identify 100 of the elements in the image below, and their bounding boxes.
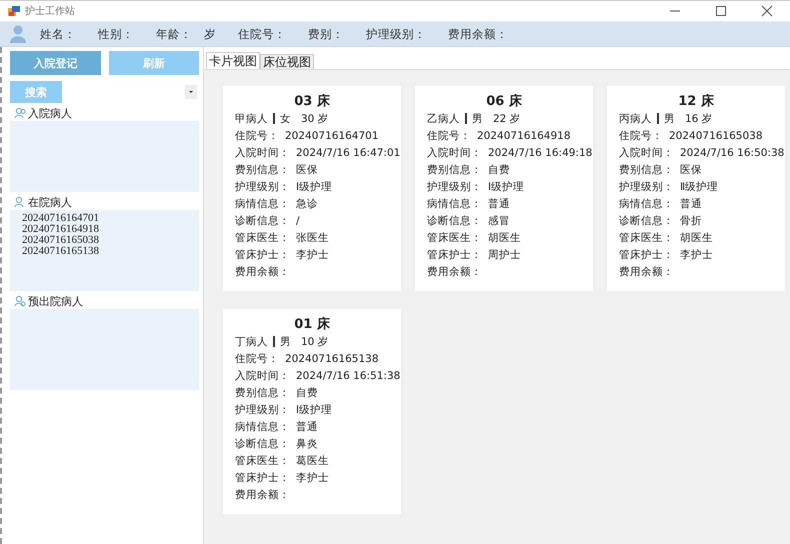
- user-icon: [14, 295, 26, 307]
- dropdown-icon[interactable]: [185, 85, 197, 99]
- field-value: 20240716164701: [285, 130, 379, 142]
- field-value: 张医生: [296, 230, 329, 244]
- field-label: 费用余额：: [427, 264, 482, 278]
- field-value: 李护士: [296, 470, 329, 484]
- field-label: 病情信息：: [235, 420, 290, 434]
- field-value: 急诊: [296, 196, 318, 210]
- bed-title: 06 床: [485, 92, 523, 110]
- field-label: 费别信息：: [235, 386, 290, 400]
- field-label: 诊断信息：: [235, 214, 290, 228]
- field-label: 管床医生：: [235, 454, 290, 468]
- field-value: 鼻炎: [296, 436, 318, 450]
- field-label: 年龄：: [156, 26, 192, 42]
- field-label: 入院时间：: [235, 368, 290, 382]
- bed-title: 01 床: [293, 316, 331, 333]
- list-item[interactable]: 20240716164701: [22, 213, 199, 224]
- patient-gender: 男: [664, 112, 675, 126]
- field-label: 管床护士：: [619, 248, 674, 262]
- field-value: 2024/7/16 16:49:18: [488, 146, 592, 158]
- field-value: 普通: [488, 196, 510, 210]
- user-icon: [10, 25, 28, 43]
- field-value: 医保: [680, 162, 702, 176]
- field-value: 20240716164918: [477, 130, 571, 142]
- patient-gender: 男: [472, 112, 483, 126]
- field-label: 护理级别：: [235, 180, 290, 194]
- patient-name: 丙病人: [619, 112, 652, 126]
- window-title: 护士工作站: [25, 4, 76, 18]
- list-item[interactable]: 20240716165038: [22, 235, 199, 246]
- patient-age: 30 岁: [301, 112, 329, 126]
- field-label: 管床医生：: [427, 230, 482, 244]
- field-label: 诊断信息：: [235, 436, 290, 450]
- list-item[interactable]: 20240716165138: [22, 246, 199, 257]
- field-label: 住院号：: [427, 128, 471, 142]
- section-title: 入院病人: [28, 106, 72, 120]
- field-value: 葛医生: [296, 454, 329, 468]
- field-label: 费用余额：: [235, 488, 290, 502]
- field-label: 管床护士：: [235, 248, 290, 262]
- field-label: 护理级别：: [427, 180, 482, 194]
- patient-gender: 男: [280, 334, 291, 348]
- field-value: 2024/7/16 16:47:01: [296, 146, 400, 158]
- field-value: 医保: [296, 162, 318, 176]
- field-label: 住院号：: [619, 128, 663, 142]
- field-label: 费用余额：: [619, 264, 674, 278]
- field-label: 住院号：: [235, 128, 279, 142]
- patient-age: 10 岁: [301, 334, 329, 348]
- field-value: Ⅰ级护理: [296, 402, 332, 416]
- field-value: Ⅰ级护理: [296, 180, 332, 194]
- unit-label: 岁: [204, 26, 216, 42]
- field-value: Ⅱ级护理: [680, 180, 718, 194]
- field-label: 住院号：: [235, 352, 279, 366]
- section-title: 预出院病人: [28, 294, 83, 308]
- patient-name: 丁病人: [235, 334, 268, 348]
- field-label: 护理级别：: [366, 26, 426, 42]
- field-value: 普通: [296, 420, 318, 434]
- tab[interactable]: 床位视图: [260, 54, 314, 69]
- field-value: 20240716165138: [285, 352, 379, 364]
- field-label: 费别：: [308, 26, 344, 42]
- field-label: 费用余额：: [448, 26, 508, 42]
- bed-title: 03 床: [293, 92, 331, 110]
- tab[interactable]: 卡片视图: [206, 52, 260, 69]
- field-value: 骨折: [680, 214, 702, 228]
- app-icon: [8, 6, 20, 16]
- user-icon: [14, 196, 26, 208]
- field-label: 管床医生：: [235, 230, 290, 244]
- field-label: 管床护士：: [235, 470, 290, 484]
- field-label: 管床医生：: [619, 230, 674, 244]
- field-value: /: [296, 214, 300, 226]
- user-icon: [14, 107, 26, 119]
- field-value: 胡医生: [680, 230, 713, 244]
- patient-age: 22 岁: [493, 112, 521, 126]
- patient-age: 16 岁: [685, 112, 713, 126]
- field-value: 胡医生: [488, 230, 521, 244]
- bed-title: 12 床: [677, 92, 715, 110]
- list-item[interactable]: 20240716164918: [22, 224, 199, 235]
- section-title: 在院病人: [28, 194, 72, 210]
- field-label: 入院时间：: [619, 146, 674, 160]
- field-label: 费别信息：: [619, 162, 674, 176]
- field-value: 李护士: [296, 248, 329, 262]
- field-value: 感冒: [488, 214, 510, 228]
- patient-name: 乙病人: [427, 112, 460, 126]
- field-label: 入院时间：: [235, 146, 290, 160]
- field-value: 2024/7/16 16:51:38: [296, 370, 400, 382]
- field-label: 费用余额：: [235, 264, 290, 278]
- field-label: 病情信息：: [235, 196, 290, 210]
- field-value: 李护士: [680, 248, 713, 262]
- field-label: 诊断信息：: [619, 214, 674, 228]
- patient-name: 甲病人: [235, 112, 268, 126]
- field-label: 护理级别：: [619, 180, 674, 194]
- field-label: 护理级别：: [235, 402, 290, 416]
- field-label: 管床护士：: [427, 248, 482, 262]
- field-label: 诊断信息：: [427, 214, 482, 228]
- field-value: 普通: [680, 196, 702, 210]
- field-label: 性别：: [98, 26, 134, 42]
- field-value: Ⅰ级护理: [488, 180, 524, 194]
- patient-list[interactable]: 20240716164701 20240716164918 20240716165038 20240716165138: [10, 210, 199, 291]
- field-label: 病情信息：: [619, 196, 674, 210]
- field-label: 姓名：: [40, 26, 76, 42]
- patient-gender: 女: [280, 112, 291, 126]
- field-label: 费别信息：: [427, 162, 482, 176]
